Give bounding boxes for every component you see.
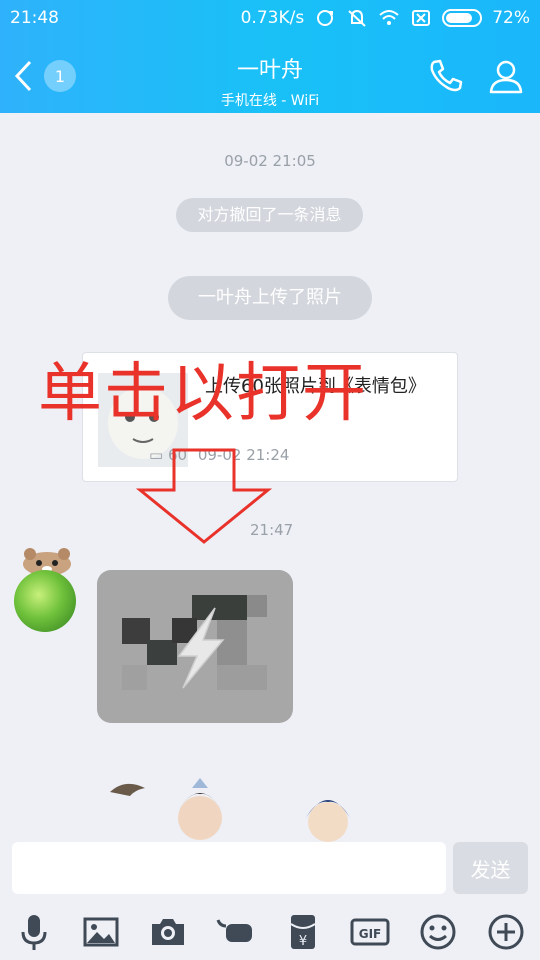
send-button[interactable]: 发送 [453, 842, 528, 894]
input-bar: 发送 ¥ GIF [0, 842, 540, 960]
svg-text:GIF: GIF [359, 927, 382, 941]
wifi-icon [379, 10, 399, 25]
timestamp: 09-02 21:05 [224, 152, 316, 170]
microphone-icon[interactable] [14, 912, 54, 952]
status-time: 21:48 [10, 8, 59, 28]
flash-image-icon [122, 595, 267, 690]
contact-avatar[interactable] [14, 570, 76, 632]
emoji-icon[interactable] [418, 912, 458, 952]
status-right: 0.73K/s 72% [241, 8, 530, 28]
plus-icon[interactable] [486, 912, 526, 952]
phone-icon[interactable] [426, 56, 466, 96]
input-toolbar: ¥ GIF [0, 908, 540, 956]
battery-icon [442, 9, 483, 27]
back-button[interactable]: 1 [12, 56, 82, 96]
image-icon[interactable] [81, 912, 121, 952]
chevron-left-icon [14, 60, 32, 92]
unread-count-badge: 1 [44, 60, 76, 92]
contact-name: 一叶舟 [236, 58, 303, 83]
poke-icon[interactable] [216, 912, 256, 952]
battery-level: 72% [492, 8, 530, 28]
header-title-area: 一叶舟 手机在线 - WiFi [120, 52, 420, 110]
online-status: 手机在线 - WiFi [220, 93, 320, 109]
net-speed: 0.73K/s [240, 8, 305, 28]
red-packet-icon[interactable]: ¥ [283, 912, 323, 952]
no-sim-icon [412, 10, 431, 26]
profile-icon[interactable] [486, 56, 526, 96]
timestamp: 21:47 [250, 521, 294, 539]
camera-icon[interactable] [148, 912, 188, 952]
annotation-text: 单击以打开 [38, 357, 368, 431]
chat-background-characters [110, 778, 350, 842]
mute-bell-icon [348, 9, 366, 27]
recall-notice: 对方撤回了一条消息 [176, 198, 363, 232]
sync-icon [317, 10, 334, 26]
message-input[interactable] [12, 842, 446, 894]
status-bar: 21:48 0.73K/s 72% [0, 0, 540, 38]
image-message[interactable] [97, 570, 293, 723]
svg-text:¥: ¥ [299, 934, 307, 949]
chat-header: 21:48 0.73K/s 72% 1 一叶舟 手机在线 - WiFi [0, 0, 540, 113]
gif-icon[interactable]: GIF [350, 912, 390, 952]
upload-notice: 一叶舟上传了照片 [168, 276, 372, 320]
